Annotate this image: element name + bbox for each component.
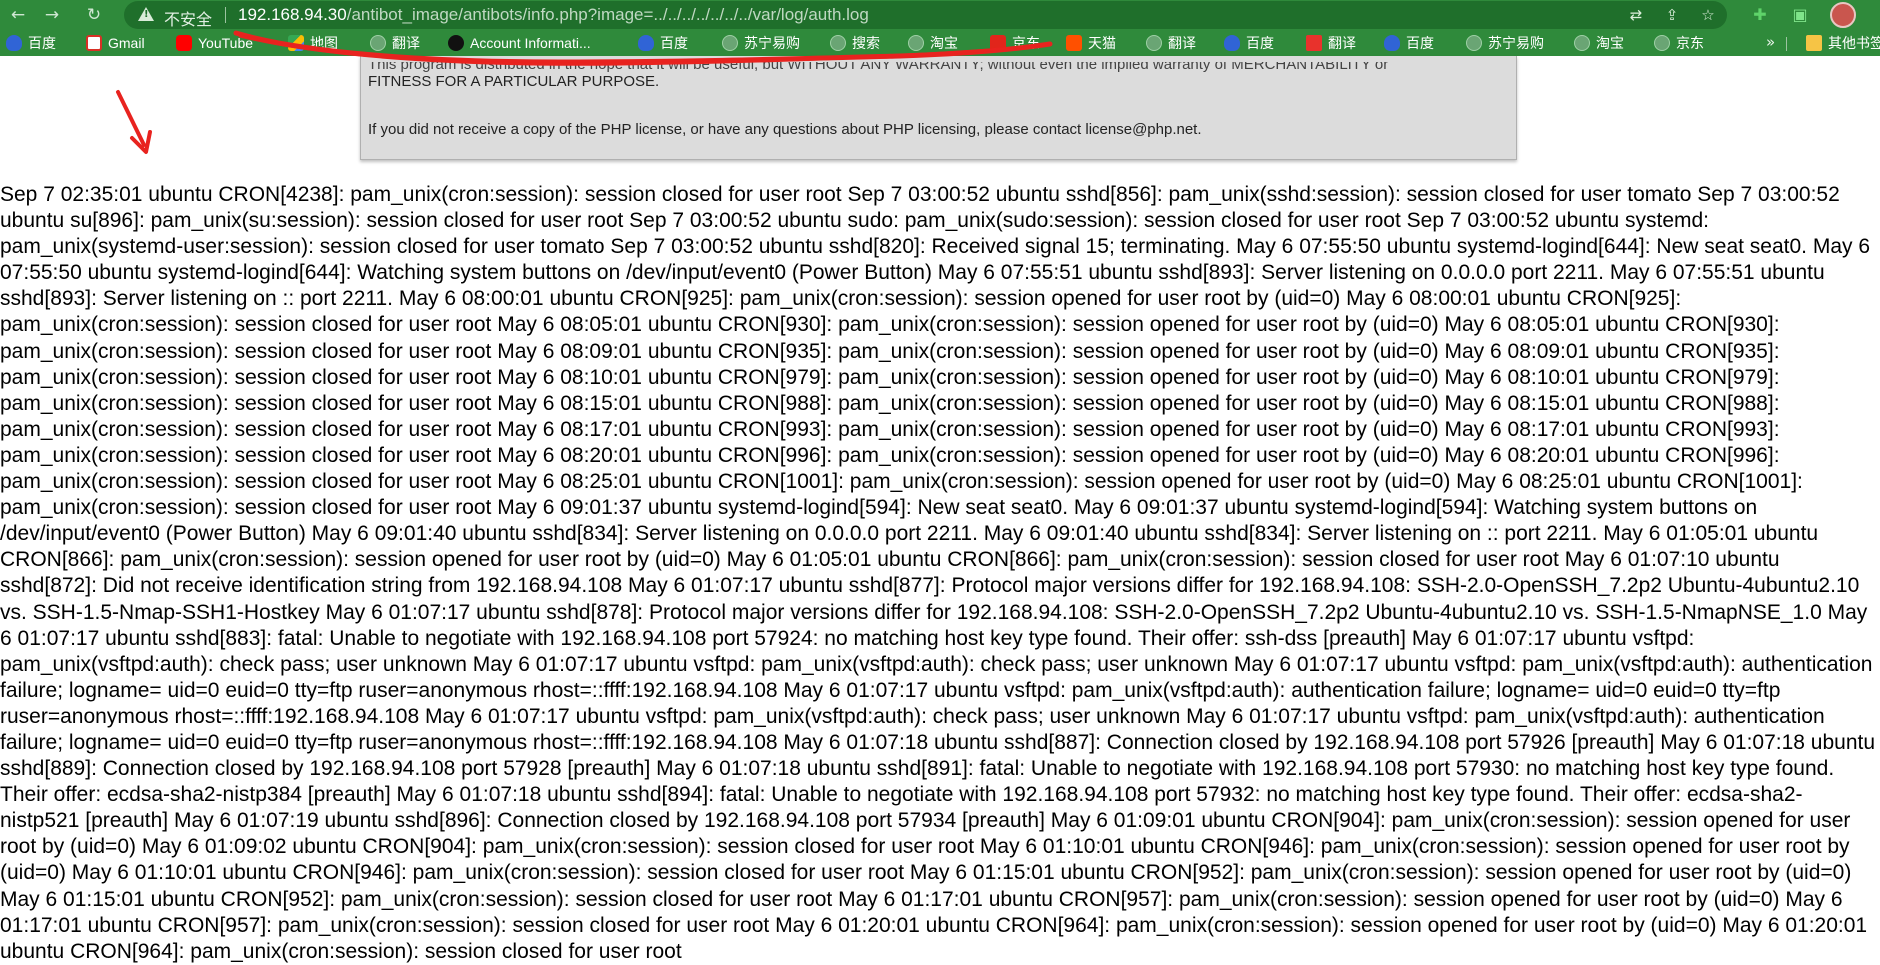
bookmark-label: 翻译 [392, 35, 420, 51]
bookmark-label: Account Informati... [470, 35, 591, 51]
bookmark-label: 百度 [1246, 35, 1274, 51]
bookmark-item[interactable]: YouTube [176, 33, 253, 53]
auth-log-content: Sep 7 02:35:01 ubuntu CRON[4238]: pam_un… [0, 183, 1876, 963]
bookmark-label: 百度 [660, 35, 688, 51]
youtube-icon [176, 35, 192, 51]
bookmark-label: 天猫 [1088, 35, 1116, 51]
bookmark-label: 翻译 [1328, 35, 1356, 51]
other-bookmarks-folder[interactable]: 其他书签 [1806, 33, 1880, 53]
baidu-paw-icon [6, 35, 22, 51]
reload-icon[interactable]: ↻ [82, 3, 106, 27]
gmail-icon [86, 35, 102, 51]
maps-icon [288, 35, 304, 51]
globe-icon [370, 35, 386, 51]
bookmark-item[interactable]: 淘宝 [908, 33, 958, 53]
bookmark-label: 苏宁易购 [744, 35, 800, 51]
youdao-icon [1306, 35, 1322, 51]
bookmark-label: Gmail [108, 35, 145, 51]
baidu-paw-icon [1384, 35, 1400, 51]
bookmarks-overflow-button[interactable]: » [1766, 33, 1775, 51]
other-bookmarks-label: 其他书签 [1828, 35, 1880, 51]
php-license-box: This program is distributed in the hope … [360, 56, 1517, 160]
globe-icon [1146, 35, 1162, 51]
bookmark-item[interactable]: 翻译 [1146, 33, 1196, 53]
folder-icon [1806, 35, 1822, 51]
globe-icon [1654, 35, 1670, 51]
bookmark-label: 淘宝 [1596, 35, 1624, 51]
bookmark-item[interactable]: Account Informati... [448, 33, 591, 53]
jd-icon [990, 35, 1006, 51]
bookmark-item[interactable]: 百度 [1224, 33, 1274, 53]
bookmark-item[interactable]: 翻译 [370, 33, 420, 53]
bookmark-item[interactable]: Gmail [86, 33, 145, 53]
browser-toolbar: ← → ↻ 不安全 192.168.94.30/antibot_image/an… [0, 0, 1880, 30]
bookmark-item[interactable]: 苏宁易购 [1466, 33, 1544, 53]
bookmark-label: 京东 [1012, 35, 1040, 51]
bookmarks-separator [1786, 37, 1787, 51]
baidu-paw-icon [638, 35, 654, 51]
bookmark-label: 京东 [1676, 35, 1704, 51]
address-separator [225, 7, 226, 23]
avatar[interactable] [1830, 2, 1856, 28]
security-label[interactable]: 不安全 [164, 6, 212, 30]
bookmark-item[interactable]: 京东 [1654, 33, 1704, 53]
bookmark-label: 苏宁易购 [1488, 35, 1544, 51]
bookmark-item[interactable]: 地图 [288, 33, 338, 53]
globe-icon [908, 35, 924, 51]
bookmark-label: 百度 [1406, 35, 1434, 51]
bookmark-label: YouTube [198, 35, 254, 51]
bookmark-item[interactable]: 苏宁易购 [722, 33, 800, 53]
bookmark-label: 地图 [310, 35, 338, 51]
globe-icon [1574, 35, 1590, 51]
license-paragraph: This program is distributed in the hope … [368, 62, 1498, 100]
bookmark-item[interactable]: 京东 [990, 33, 1040, 53]
red-arrow-head [130, 130, 152, 154]
extension-puzzle-icon[interactable]: ✚ [1748, 3, 1772, 27]
bookmarks-bar: 百度 Gmail YouTube 地图 翻译 Account Informati… [0, 30, 1880, 56]
share-icon[interactable]: ⇪ [1661, 4, 1683, 26]
bookmark-item[interactable]: 百度 [1384, 33, 1434, 53]
globe-icon [722, 35, 738, 51]
bookmark-label: 翻译 [1168, 35, 1196, 51]
bookmark-item[interactable]: 百度 [6, 33, 56, 53]
address-bar[interactable]: 不安全 192.168.94.30/antibot_image/antibots… [124, 1, 1727, 29]
tmall-icon [1066, 35, 1082, 51]
bookmark-item[interactable]: 淘宝 [1574, 33, 1624, 53]
bookmark-label: 搜索 [852, 35, 880, 51]
forward-arrow-icon[interactable]: → [40, 3, 64, 27]
back-arrow-icon[interactable]: ← [6, 3, 30, 27]
license-line: FITNESS FOR A PARTICULAR PURPOSE. [368, 73, 660, 90]
warning-icon[interactable] [138, 7, 154, 21]
bookmark-item[interactable]: 百度 [638, 33, 688, 53]
license-contact-line: If you did not receive a copy of the PHP… [368, 121, 1202, 138]
bookmark-item[interactable]: 天猫 [1066, 33, 1116, 53]
github-icon [448, 35, 464, 51]
globe-icon [830, 35, 846, 51]
url-path: /antibot_image/antibots/info.php?image=.… [346, 5, 869, 24]
url-host: 192.168.94.30 [238, 5, 347, 24]
globe-icon [1466, 35, 1482, 51]
license-line: This program is distributed in the hope … [368, 62, 1389, 73]
sidebar-panel-icon[interactable]: ▣ [1788, 3, 1812, 27]
bookmark-star-icon[interactable]: ☆ [1697, 4, 1719, 26]
bookmark-label: 淘宝 [930, 35, 958, 51]
translate-icon[interactable]: ⇄ [1625, 4, 1647, 26]
bookmark-label: 百度 [28, 35, 56, 51]
red-arrow-shaft [116, 90, 146, 147]
baidu-paw-icon [1224, 35, 1240, 51]
bookmark-item[interactable]: 翻译 [1306, 33, 1356, 53]
bookmark-item[interactable]: 搜索 [830, 33, 880, 53]
url-text[interactable]: 192.168.94.30/antibot_image/antibots/inf… [238, 5, 869, 25]
